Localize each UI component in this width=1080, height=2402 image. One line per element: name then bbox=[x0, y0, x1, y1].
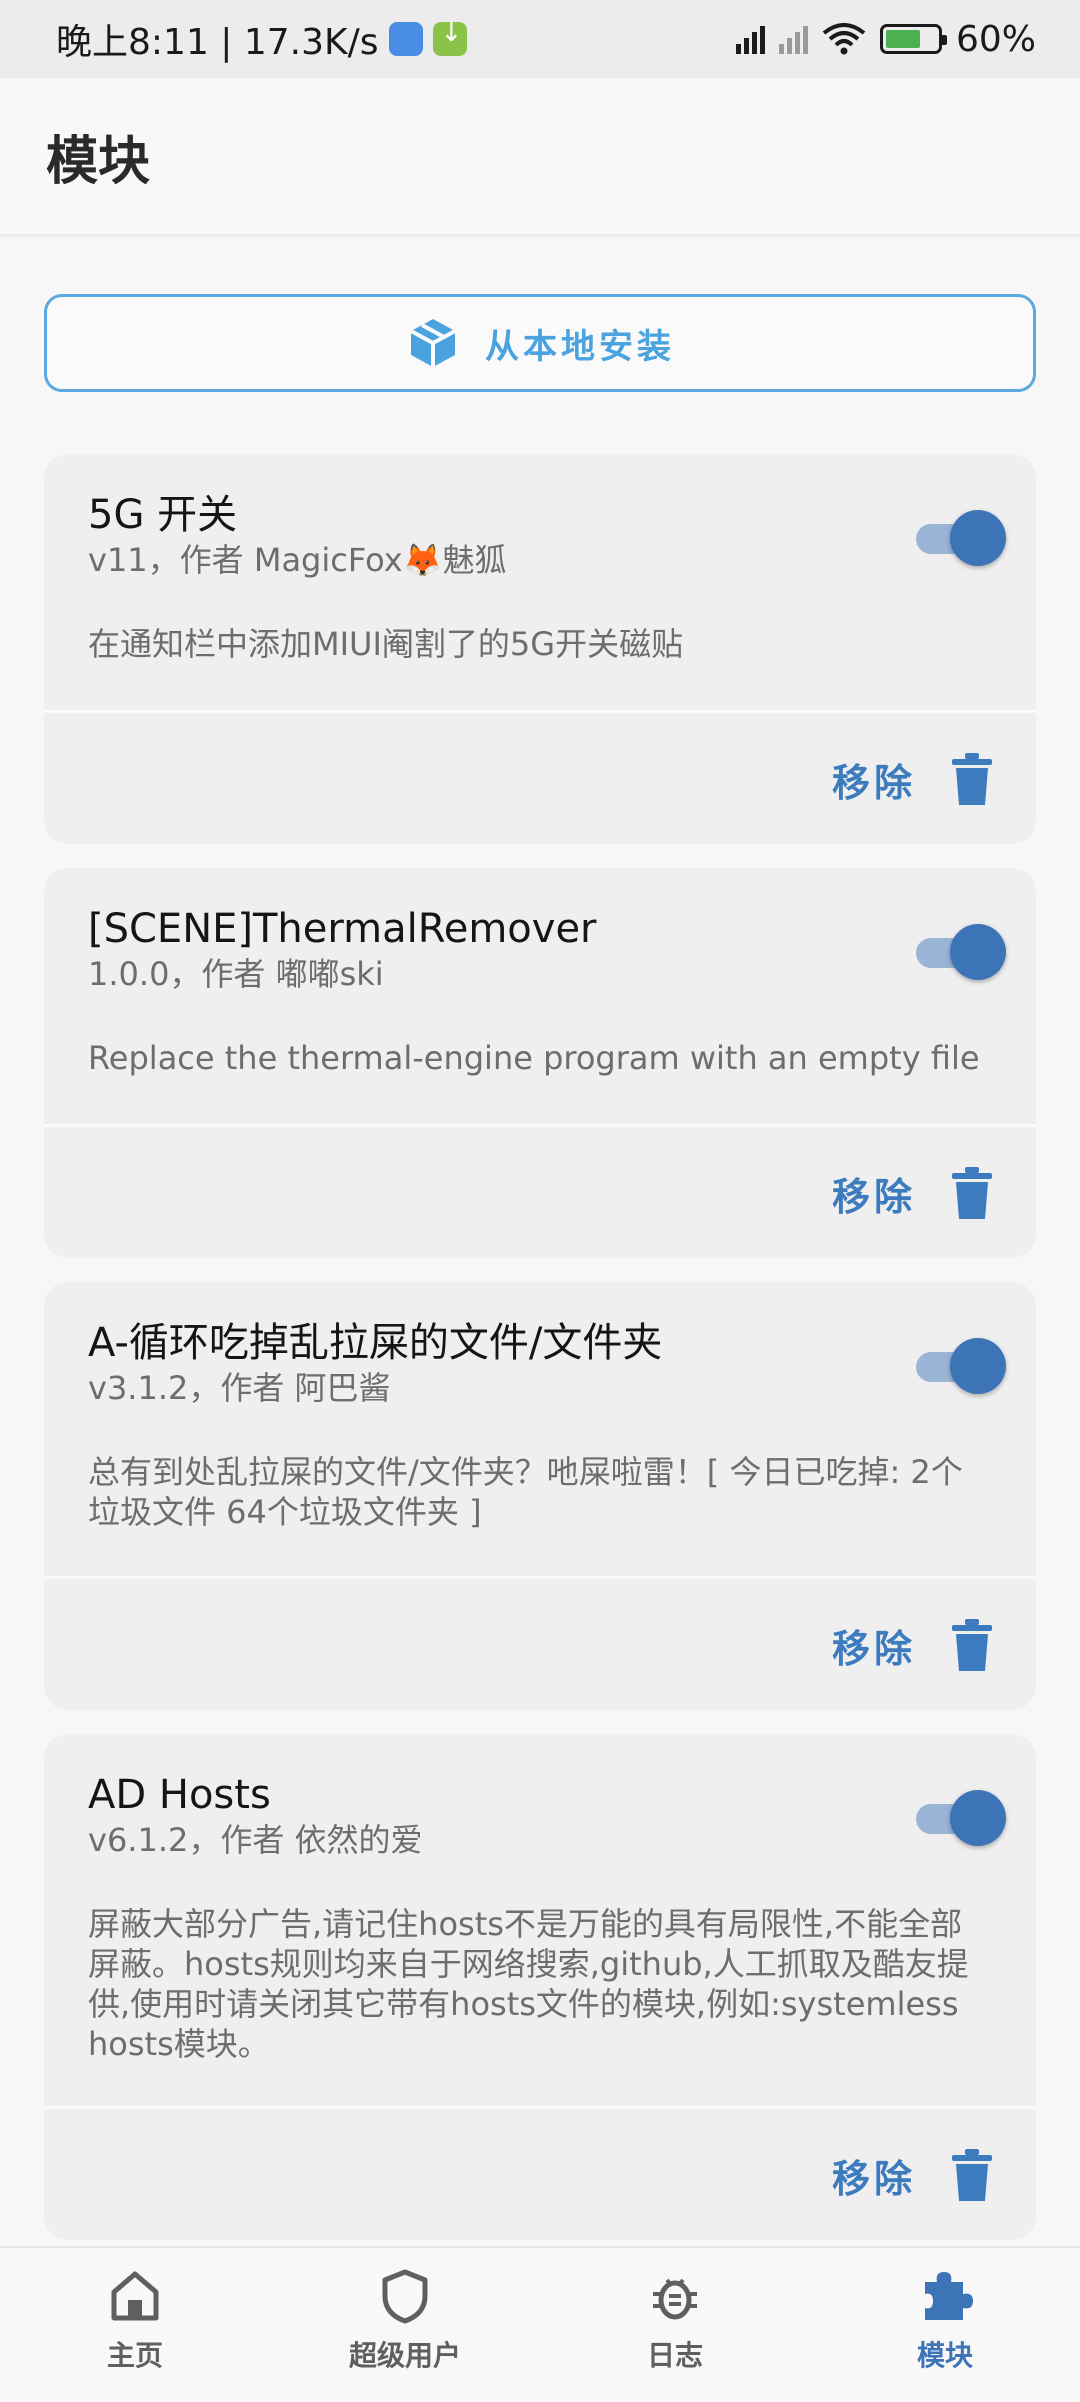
nav-label: 主页 bbox=[106, 2339, 163, 2372]
trash-icon[interactable] bbox=[952, 1167, 992, 1219]
module-title: 5G 开关 bbox=[88, 492, 238, 538]
remove-button[interactable]: 移除 bbox=[832, 1166, 916, 1221]
module-meta: v6.1.2，作者 依然的爱 bbox=[88, 1821, 423, 1859]
module-description: 屏蔽大部分广告,请记住hosts不是万能的具有局限性,不能全部屏蔽。hosts规… bbox=[88, 1905, 969, 2063]
module-title: AD Hosts bbox=[88, 1772, 271, 1818]
puzzle-icon bbox=[925, 2272, 973, 2320]
cell-signal-2-icon bbox=[778, 24, 808, 54]
remove-button[interactable]: 移除 bbox=[832, 1618, 916, 1673]
page-title: 模块 bbox=[46, 131, 151, 192]
status-bar: 晚上8:11 | 17.3K/s 60% bbox=[0, 0, 1080, 78]
nav-item-log[interactable]: 日志 bbox=[540, 2248, 810, 2402]
module-card: AD Hosts v6.1.2，作者 依然的爱 屏蔽大部分广告,请记住hosts… bbox=[44, 1734, 1036, 2240]
module-title: [SCENE]ThermalRemover bbox=[88, 906, 597, 952]
card-divider bbox=[44, 2106, 1036, 2109]
status-time-speed: 晚上8:11 | 17.3K/s bbox=[56, 22, 379, 63]
remove-button[interactable]: 移除 bbox=[832, 2148, 916, 2203]
nav-label: 模块 bbox=[916, 2339, 973, 2372]
module-title: A-循环吃掉乱拉屎的文件/文件夹 bbox=[88, 1320, 663, 1366]
module-card: 5G 开关 v11，作者 MagicFox🦊魅狐 在通知栏中添加MIUI阉割了的… bbox=[44, 454, 1036, 844]
module-enable-toggle[interactable] bbox=[916, 1788, 1006, 1848]
module-enable-toggle[interactable] bbox=[916, 508, 1006, 568]
module-meta: v3.1.2，作者 阿巴酱 bbox=[88, 1369, 391, 1407]
module-meta: 1.0.0，作者 嘟嘟ski bbox=[88, 955, 384, 993]
nav-item-modules[interactable]: 模块 bbox=[810, 2248, 1080, 2402]
trash-icon[interactable] bbox=[952, 2149, 992, 2201]
wifi-icon bbox=[822, 23, 866, 55]
module-description: Replace the thermal-engine program with … bbox=[88, 1039, 980, 1077]
nav-item-superuser[interactable]: 超级用户 bbox=[270, 2248, 540, 2402]
shield-icon bbox=[382, 2269, 428, 2324]
app-notification-icon bbox=[388, 22, 423, 56]
module-enable-toggle[interactable] bbox=[916, 1336, 1006, 1396]
battery-icon bbox=[879, 24, 947, 54]
trash-icon[interactable] bbox=[952, 1619, 992, 1671]
app-bar: 模块 bbox=[0, 78, 1080, 234]
card-divider bbox=[44, 710, 1036, 713]
install-button-label: 从本地安装 bbox=[485, 326, 675, 367]
nav-label: 日志 bbox=[646, 2339, 703, 2372]
package-icon bbox=[410, 319, 456, 367]
home-icon bbox=[111, 2271, 159, 2321]
card-divider bbox=[44, 1576, 1036, 1579]
card-divider bbox=[44, 1124, 1036, 1127]
bug-icon bbox=[653, 2278, 697, 2320]
nav-label: 超级用户 bbox=[348, 2339, 461, 2372]
trash-icon[interactable] bbox=[952, 753, 992, 805]
bottom-navigation: 主页 超级用户 日志 模块 bbox=[0, 2246, 1080, 2402]
module-meta: v11，作者 MagicFox🦊魅狐 bbox=[88, 541, 507, 579]
download-notification-icon bbox=[432, 18, 467, 56]
install-from-local-button[interactable]: 从本地安装 bbox=[44, 294, 1036, 392]
cell-signal-icon bbox=[735, 24, 765, 54]
module-card: [SCENE]ThermalRemover 1.0.0，作者 嘟嘟ski Rep… bbox=[44, 868, 1036, 1258]
battery-percent: 60% bbox=[955, 18, 1036, 60]
remove-button[interactable]: 移除 bbox=[832, 752, 916, 807]
module-description: 在通知栏中添加MIUI阉割了的5G开关磁贴 bbox=[88, 625, 684, 663]
module-enable-toggle[interactable] bbox=[916, 922, 1006, 982]
module-card: A-循环吃掉乱拉屎的文件/文件夹 v3.1.2，作者 阿巴酱 总有到处乱拉屎的文… bbox=[44, 1282, 1036, 1710]
nav-item-home[interactable]: 主页 bbox=[0, 2248, 270, 2402]
module-description: 总有到处乱拉屎的文件/文件夹？吔屎啦雷！[ 今日已吃掉: 2个垃圾文件 64个垃… bbox=[88, 1453, 963, 1531]
